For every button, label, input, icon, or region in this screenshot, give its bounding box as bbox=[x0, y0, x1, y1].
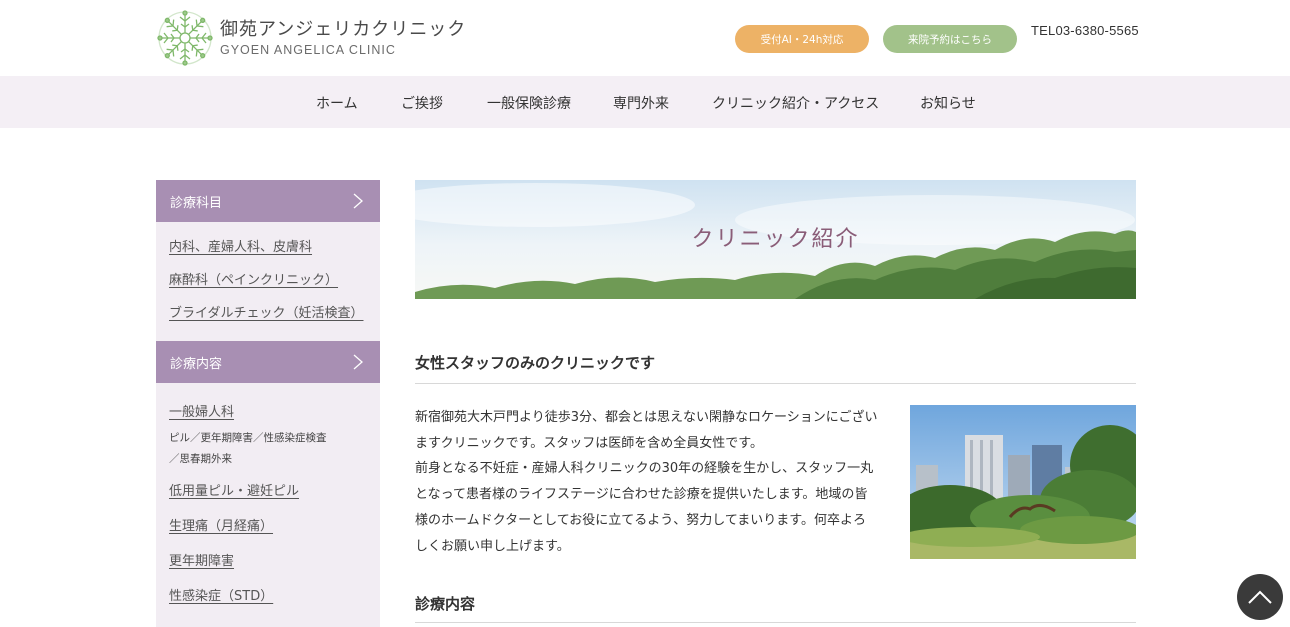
sidebar-heading-label: 診療科目 bbox=[170, 195, 223, 211]
sidebar-link-std[interactable]: 性感染症（STD） bbox=[156, 585, 380, 604]
section-heading-treatments: 診療内容 bbox=[415, 595, 476, 613]
heading-divider bbox=[415, 383, 1136, 384]
chevron-right-icon bbox=[353, 354, 363, 370]
logo-text: 御苑アンジェリカクリニック GYOEN ANGELICA CLINIC bbox=[220, 19, 466, 57]
chevron-right-icon bbox=[353, 193, 363, 209]
nav-item-clinic-access[interactable]: クリニック紹介・アクセス bbox=[712, 93, 879, 113]
banner-title: クリニック紹介 bbox=[691, 227, 860, 252]
telephone-number[interactable]: TEL03-6380-5565 bbox=[1031, 23, 1139, 38]
back-to-top-button[interactable] bbox=[1237, 574, 1283, 620]
sidebar-heading-treatments[interactable]: 診療内容 bbox=[156, 341, 380, 383]
paragraph-line: 前身となる不妊症・産婦人科クリニックの30年の経験を生かし、スタッフ一丸 bbox=[415, 461, 874, 477]
logo-japanese: 御苑アンジェリカクリニック bbox=[220, 19, 467, 40]
logo-flower-icon bbox=[157, 10, 213, 66]
sidebar-link-menopause[interactable]: 更年期障害 bbox=[156, 550, 380, 569]
page-banner: クリニック紹介 bbox=[415, 180, 1136, 299]
ai-reception-button[interactable]: 受付AI・24h対応 bbox=[735, 25, 869, 53]
paragraph-line: ますクリニックです。スタッフは医師を含め全員女性です。 bbox=[415, 435, 764, 451]
paragraph-line: となって患者様のライフステージに合わせた診療を提供いたします。地域の皆 bbox=[415, 487, 868, 503]
garden-buildings-photo bbox=[910, 405, 1136, 559]
sidebar-sub-text: ／思春期外来 bbox=[169, 453, 232, 465]
sidebar-link-gynecology[interactable]: 一般婦人科 bbox=[156, 401, 380, 420]
sidebar-link-menstrual-pain[interactable]: 生理痛（月経痛） bbox=[156, 515, 380, 534]
nav-item-home[interactable]: ホーム bbox=[316, 93, 358, 113]
nav-item-specialty[interactable]: 専門外来 bbox=[613, 93, 669, 113]
section-heading-staff: 女性スタッフのみのクリニックです bbox=[415, 354, 656, 372]
site-logo[interactable]: 御苑アンジェリカクリニック GYOEN ANGELICA CLINIC bbox=[156, 9, 466, 67]
heading-divider bbox=[415, 622, 1136, 623]
sidebar-link-anesthesiology[interactable]: 麻酔科（ペインクリニック） bbox=[156, 269, 380, 288]
site-header: 御苑アンジェリカクリニック GYOEN ANGELICA CLINIC 受付AI… bbox=[0, 0, 1290, 76]
sidebar-link-internal-medicine[interactable]: 内科、産婦人科、皮膚科 bbox=[156, 236, 380, 255]
sidebar-heading-departments[interactable]: 診療科目 bbox=[156, 180, 380, 222]
sidebar-link-pill[interactable]: 低用量ピル・避妊ピル bbox=[156, 480, 380, 499]
global-nav: ホーム ご挨拶 一般保険診療 専門外来 クリニック紹介・アクセス お知らせ bbox=[0, 76, 1290, 128]
sidebar-link-bridal-check[interactable]: ブライダルチェック（妊活検査） bbox=[156, 302, 380, 321]
sidebar: 診療科目 内科、産婦人科、皮膚科 麻酔科（ペインクリニック） ブライダルチェック… bbox=[156, 180, 380, 627]
nav-item-general-insurance[interactable]: 一般保険診療 bbox=[487, 93, 571, 113]
logo-english: GYOEN ANGELICA CLINIC bbox=[220, 43, 396, 57]
chevron-up-icon bbox=[1248, 590, 1272, 604]
nav-item-greeting[interactable]: ご挨拶 bbox=[401, 93, 443, 113]
paragraph-line: しくお願い申し上げます。 bbox=[415, 538, 570, 554]
intro-paragraph: 新宿御苑大木戸門より徒歩3分、都会とは思えない閑静なロケーションにござい ますク… bbox=[415, 405, 880, 559]
visit-reservation-button[interactable]: 来院予約はこちら bbox=[883, 25, 1017, 53]
sidebar-sub-text: ピル／更年期障害／性感染症検査 bbox=[169, 432, 327, 444]
sidebar-heading-label: 診療内容 bbox=[170, 356, 223, 372]
paragraph-line: 様のホームドクターとしてお役に立てるよう、努力してまいります。何卒よろ bbox=[415, 512, 866, 528]
paragraph-line: 新宿御苑大木戸門より徒歩3分、都会とは思えない閑静なロケーションにござい bbox=[415, 410, 878, 425]
nav-item-news[interactable]: お知らせ bbox=[920, 93, 976, 113]
